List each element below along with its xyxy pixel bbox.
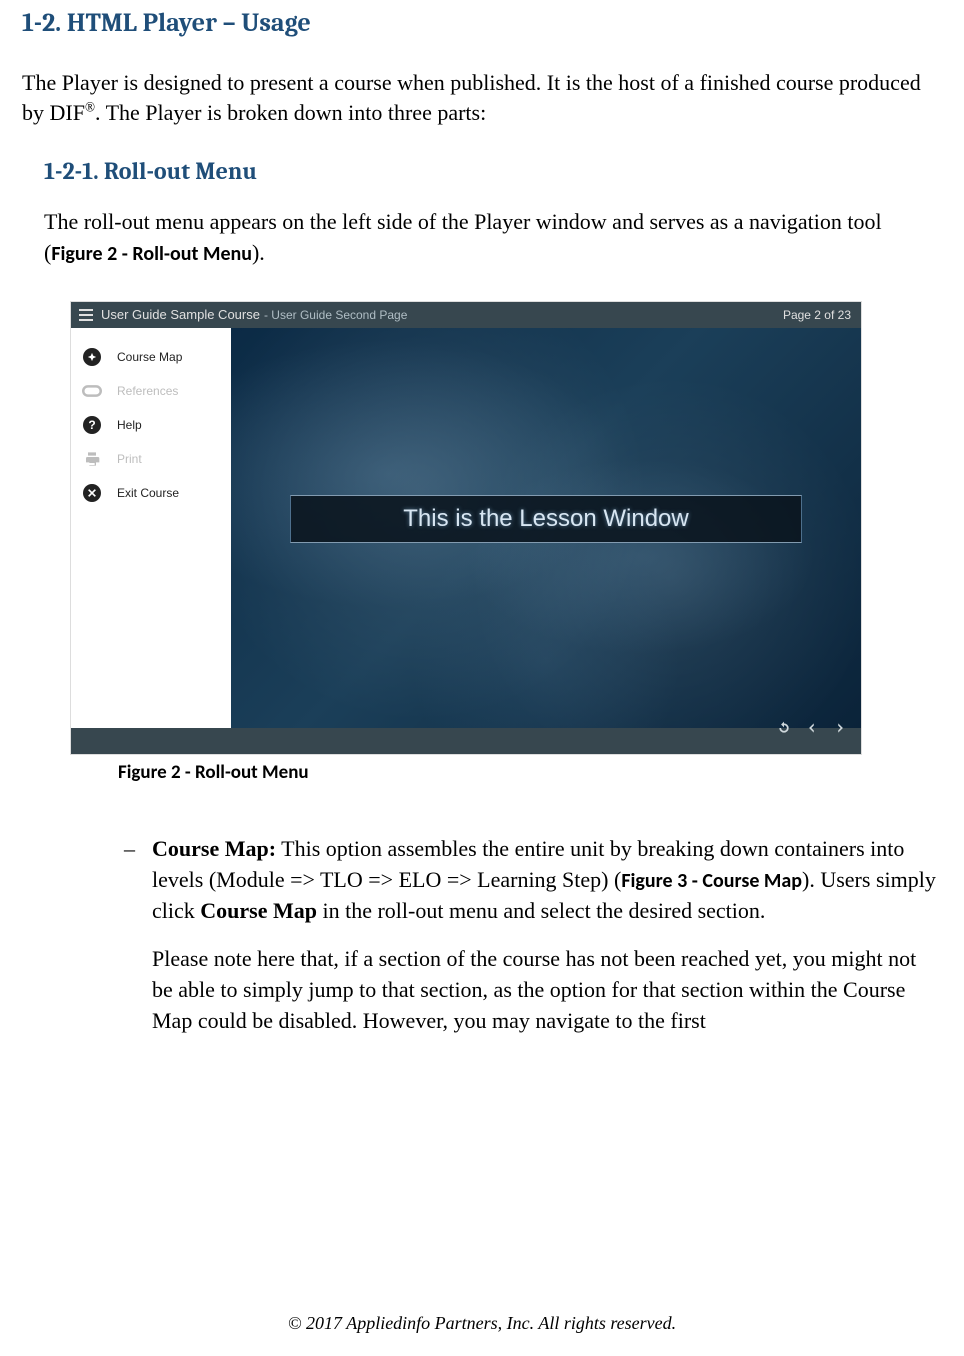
figure-2: User Guide Sample Course - User Guide Se… — [70, 301, 942, 784]
figure-2-reference: Figure 2 - Roll-out Menu — [51, 242, 252, 266]
bullet-course-map: – Course Map: This option assembles the … — [124, 834, 942, 1037]
print-icon — [81, 448, 103, 470]
registered-mark: ® — [85, 99, 95, 114]
figure-3-reference: Figure 3 - Course Map — [621, 869, 802, 893]
player-topbar: User Guide Sample Course - User Guide Se… — [71, 302, 861, 328]
sidebar-item-label: References — [117, 384, 178, 398]
bullet-paragraph-2: Please note here that, if a section of t… — [152, 944, 942, 1036]
sidebar-item-label: Help — [117, 418, 142, 432]
player-bottombar — [71, 728, 861, 754]
rollout-menu-sidebar: Course Map References ? Help — [71, 328, 231, 744]
lesson-window-stage: This is the Lesson Window — [231, 328, 861, 744]
page-subtitle: - User Guide Second Page — [264, 308, 407, 322]
course-title: User Guide Sample Course — [101, 307, 260, 322]
sidebar-item-print: Print — [71, 442, 231, 476]
lesson-window-label: This is the Lesson Window — [290, 495, 802, 543]
rollout-text-b: ). — [252, 240, 265, 265]
back-icon[interactable] — [805, 721, 819, 740]
heading-1: 1-2. HTML Player – Usage — [22, 8, 942, 38]
hamburger-icon[interactable] — [71, 309, 101, 321]
bullet-lead: Course Map: — [152, 836, 276, 861]
bullet-dash: – — [124, 834, 152, 1037]
sidebar-item-label: Print — [117, 452, 142, 466]
intro-text-b: . The Player is broken down into three p… — [95, 100, 486, 125]
sidebar-item-label: Exit Course — [117, 486, 179, 500]
player-screenshot: User Guide Sample Course - User Guide Se… — [70, 301, 862, 755]
forward-icon[interactable] — [833, 721, 847, 740]
help-icon: ? — [81, 414, 103, 436]
sidebar-item-exit[interactable]: Exit Course — [71, 476, 231, 510]
figure-2-caption: Figure 2 - Roll-out Menu — [118, 761, 942, 784]
sidebar-item-course-map[interactable]: Course Map — [71, 340, 231, 374]
bullet-text-1c: in the roll-out menu and select the desi… — [317, 898, 765, 923]
intro-paragraph: The Player is designed to present a cour… — [22, 68, 942, 127]
rollout-paragraph: The roll-out menu appears on the left si… — [44, 207, 942, 269]
close-icon — [81, 482, 103, 504]
sidebar-item-references: References — [71, 374, 231, 408]
compass-icon — [81, 346, 103, 368]
page-counter: Page 2 of 23 — [783, 308, 851, 322]
sidebar-item-help[interactable]: ? Help — [71, 408, 231, 442]
refresh-icon[interactable] — [777, 721, 791, 740]
sidebar-item-label: Course Map — [117, 350, 182, 364]
footer-copyright: © 2017 Appliedinfo Partners, Inc. All ri… — [0, 1313, 964, 1334]
course-map-bold: Course Map — [200, 898, 317, 923]
attachment-icon — [81, 380, 103, 402]
heading-2: 1-2-1. Roll-out Menu — [44, 157, 942, 185]
